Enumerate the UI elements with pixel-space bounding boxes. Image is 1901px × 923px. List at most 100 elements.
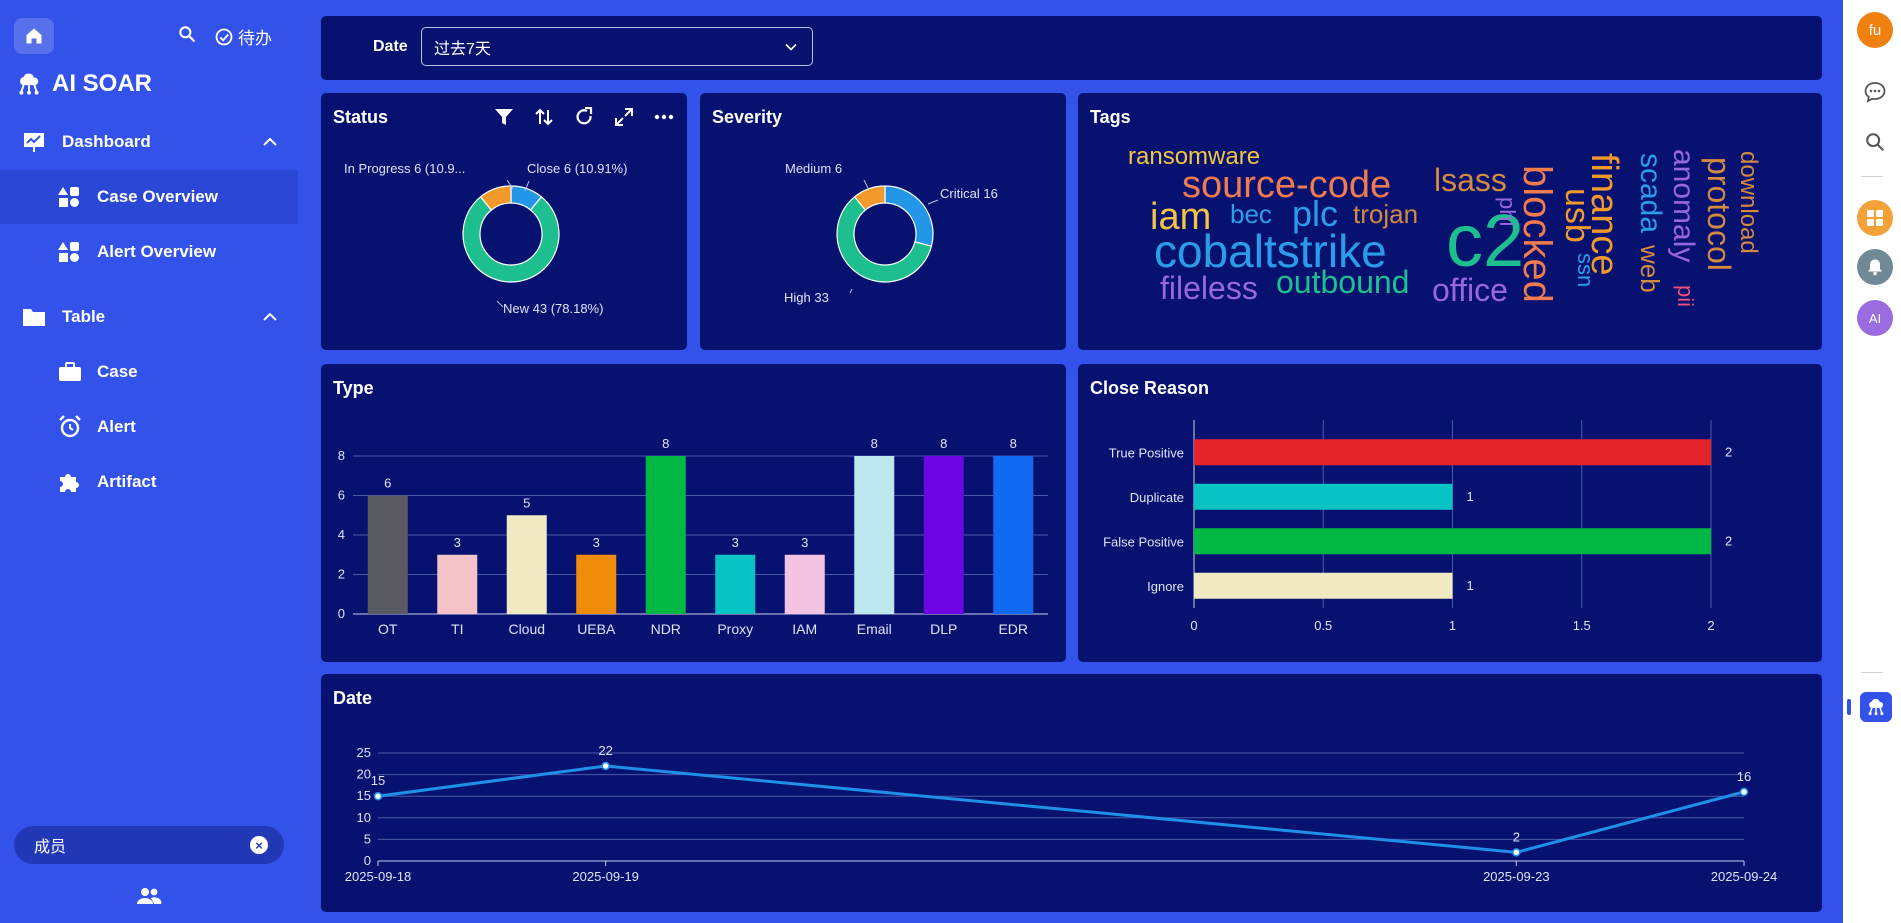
bar: [1194, 483, 1453, 510]
todo-label: 待办: [238, 29, 272, 48]
data-point: [601, 761, 610, 771]
date-filter-label: Date: [373, 38, 408, 55]
bar: [367, 495, 408, 614]
x-tick-label: Cloud: [508, 621, 545, 637]
bar-value-label: 8: [940, 436, 947, 451]
avatar-text: fu: [1868, 21, 1882, 39]
nav-item-case[interactable]: Case: [0, 345, 298, 399]
apps-button[interactable]: [1857, 200, 1893, 236]
data-point: [373, 791, 383, 801]
rail-search-button[interactable]: [1861, 128, 1889, 156]
x-tick-label: Email: [857, 621, 892, 637]
y-tick-label: 25: [357, 745, 371, 760]
x-tick-label: 2025-09-18: [345, 869, 412, 884]
tag-word: blocked: [1515, 165, 1559, 303]
tag-word: pii: [1673, 285, 1698, 307]
nav-group-table[interactable]: Table: [0, 297, 300, 337]
bar-value-label: 1: [1467, 578, 1474, 593]
bar-value-label: 8: [662, 436, 669, 451]
member-filter[interactable]: 成员 ×: [14, 826, 284, 864]
donut-slice: [884, 185, 934, 247]
y-tick-label: 8: [338, 448, 345, 463]
bar: [506, 515, 547, 614]
data-label: 16: [1737, 769, 1751, 784]
folder-icon: [23, 309, 45, 326]
x-tick-label: IAM: [792, 621, 817, 637]
bar-value-label: 2: [1725, 444, 1732, 459]
puzzle-icon: [60, 474, 79, 492]
nav-group-dashboard[interactable]: Dashboard: [0, 122, 300, 162]
nav-item-alert[interactable]: Alert: [0, 400, 298, 454]
slice-label: Close 6 (10.91%): [527, 161, 627, 176]
members-button[interactable]: [136, 886, 162, 911]
x-tick-label: TI: [451, 621, 463, 637]
y-tick-label: 0: [338, 606, 345, 621]
slice-label: Critical 16: [940, 186, 998, 201]
tag-word: scada: [1634, 153, 1667, 233]
notifications-button[interactable]: [1857, 249, 1893, 285]
sidebar: 待办 AI SOAR Dashboard Case Overview Alert…: [0, 0, 300, 923]
chevron-up-icon[interactable]: [262, 309, 278, 325]
nav-item-label: Alert Overview: [97, 242, 217, 261]
bar: [1194, 528, 1711, 555]
date-line-chart: 05101520252025-09-18 2025-09-19 2025-09-23…: [345, 743, 1778, 884]
y-tick-label: 6: [338, 488, 345, 503]
data-label: 15: [371, 773, 385, 788]
nav-item-artifact[interactable]: Artifact: [0, 455, 298, 509]
close-reason-bar-chart: 0 0.5 1 1.5 2 2 True Positive 1 Duplicate 2 False …: [1103, 420, 1732, 633]
y-tick-label: 4: [338, 527, 345, 542]
soar-app-button[interactable]: [1860, 692, 1892, 722]
x-tick-label: 2025-09-24: [1711, 869, 1778, 884]
tag-word: web: [1635, 244, 1665, 293]
nav-item-label: Case Overview: [97, 187, 218, 206]
briefcase-icon: [59, 362, 81, 381]
search-icon: [1866, 133, 1884, 151]
bar-value-label: 6: [384, 476, 391, 491]
bar: [437, 554, 478, 614]
bar: [923, 456, 964, 614]
home-button[interactable]: [14, 18, 54, 54]
x-tick-label: OT: [378, 621, 398, 637]
bar-value-label: 8: [1010, 436, 1017, 451]
presentation-chart-icon: [24, 133, 44, 152]
bar: [1194, 572, 1453, 599]
chevron-up-icon[interactable]: [262, 134, 278, 150]
group-icon: [137, 888, 162, 904]
severity-donut-chart: Medium 6 Critical 16 High 33: [784, 161, 998, 305]
nav-item-alert-overview[interactable]: Alert Overview: [0, 225, 298, 279]
todo-button[interactable]: 待办: [214, 24, 272, 49]
data-point: [1512, 848, 1521, 857]
nav-item-label: Artifact: [97, 472, 157, 491]
bar-value-label: 2: [1725, 533, 1732, 548]
data-label: 2: [1513, 829, 1520, 844]
search-button[interactable]: [177, 24, 197, 49]
y-tick-label: 0: [364, 853, 371, 868]
close-reason-panel: Close Reason 0 0.5 1 1.5 2 2 True Positive 1 Dup…: [1078, 364, 1822, 662]
data-label: 22: [598, 743, 612, 758]
chat-button[interactable]: [1861, 78, 1889, 106]
brand-name: AI SOAR: [52, 70, 153, 97]
bar-value-label: 3: [593, 535, 600, 550]
date-range-select[interactable]: 过去7天: [421, 27, 813, 66]
slice-label: Medium 6: [785, 161, 842, 176]
search-icon: [179, 26, 196, 43]
nav-item-case-overview[interactable]: Case Overview: [0, 170, 298, 224]
nav-group-label: Table: [62, 307, 106, 326]
bar: [645, 456, 686, 614]
date-range-value: 过去7天: [434, 40, 491, 58]
tag-word: outbound: [1276, 264, 1409, 300]
x-tick-label: 0.5: [1314, 618, 1332, 633]
user-avatar[interactable]: fu: [1857, 12, 1893, 48]
bar-value-label: 3: [454, 535, 461, 550]
ai-assistant-button[interactable]: AI: [1857, 300, 1893, 336]
tag-word: fileless: [1160, 270, 1258, 306]
x-tick-label: NDR: [651, 621, 681, 637]
rail-divider: [1861, 672, 1883, 673]
nav-group-label: Dashboard: [62, 132, 151, 151]
tags-panel: Tags ransomware source-code lsass iam be…: [1078, 93, 1822, 350]
right-rail: fu AI: [1843, 0, 1901, 923]
severity-panel: Severity Medium 6 Critical 16 High 33: [700, 93, 1066, 350]
bar: [1194, 439, 1711, 466]
clear-icon[interactable]: ×: [250, 836, 268, 854]
tags-word-cloud: ransomware source-code lsass iam bec plc…: [1128, 143, 1762, 308]
